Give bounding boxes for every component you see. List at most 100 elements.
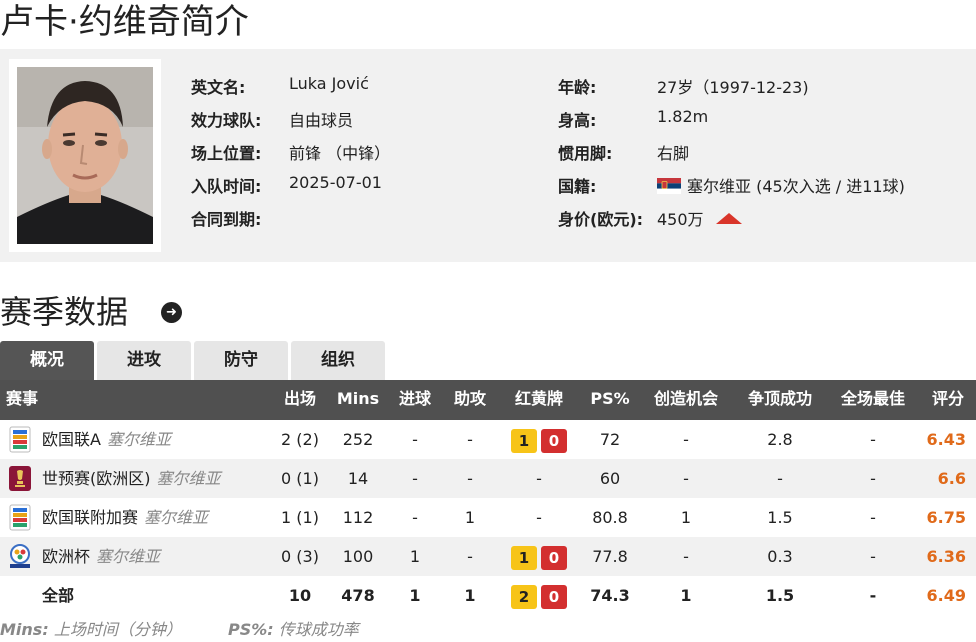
table-row[interactable]: 世预赛(欧洲区) 塞尔维亚 0 (1) 14 - - - 60 - - - 6.6: [0, 459, 976, 498]
total-motm: -: [869, 586, 877, 605]
footnote-mins: Mins: 上场时间（分钟）: [0, 620, 182, 639]
foot-label: 惯用脚:: [558, 144, 613, 163]
assists-cell: -: [467, 547, 473, 566]
nationality-value[interactable]: 塞尔维亚 (45次入选 / 进11球): [687, 177, 905, 196]
table-row[interactable]: 欧国联附加赛 塞尔维亚 1 (1) 112 - 1 - 80.8 1 1.5 - …: [0, 498, 976, 537]
tab-passing[interactable]: 组织: [291, 341, 385, 380]
market-value-row: 450万: [657, 206, 742, 230]
join-date-value: 2025-07-01: [289, 173, 382, 192]
page-title: 卢卡·约维奇简介: [0, 2, 249, 42]
mins-cell: 100: [342, 547, 374, 566]
arrow-right-circle-icon[interactable]: ➜: [161, 302, 182, 323]
aerials-cell: 0.3: [767, 547, 793, 566]
header-rating[interactable]: 评分: [926, 380, 970, 420]
cards-cell: 10: [500, 537, 578, 576]
player-profile-panel: 英文名: Luka Jović 效力球队: 自由球员 场上位置: 前锋 （中锋）…: [0, 49, 976, 262]
join-date-label: 入队时间:: [191, 177, 262, 196]
goals-cell: -: [412, 469, 418, 488]
english-name-value: Luka Jović: [289, 74, 369, 93]
position-label: 场上位置:: [191, 144, 262, 163]
total-apps: 10: [288, 586, 312, 605]
table-row[interactable]: 欧国联A 塞尔维亚 2 (2) 252 - - 10 72 - 2.8 - 6.4…: [0, 420, 976, 459]
footnote-ps: PS%: 传球成功率: [228, 620, 359, 639]
header-competition: 赛事: [6, 389, 39, 408]
height-label: 身高:: [558, 111, 597, 130]
chances-cell: -: [683, 430, 689, 449]
assists-cell: -: [467, 469, 473, 488]
header-cards[interactable]: 红黄牌: [506, 380, 572, 420]
header-aerials[interactable]: 争顶成功: [739, 380, 821, 420]
total-aerials: 1.5: [765, 586, 795, 605]
header-mins[interactable]: Mins: [332, 380, 384, 420]
aerials-cell: 1.5: [767, 508, 793, 527]
mins-cell: 112: [342, 508, 374, 527]
team-value: 自由球员: [289, 111, 354, 130]
mins-cell: 252: [342, 430, 374, 449]
tab-attack[interactable]: 进攻: [97, 341, 191, 380]
mins-cell: 14: [347, 469, 369, 488]
motm-cell: -: [870, 547, 876, 566]
age-label: 年龄:: [558, 78, 597, 97]
chances-cell: 1: [680, 508, 692, 527]
pass-pct-cell: 72: [599, 430, 621, 449]
world-cup-qualifier-icon: [9, 466, 31, 491]
red-card-count: 0: [541, 584, 567, 609]
header-motm[interactable]: 全场最佳: [832, 380, 914, 420]
tab-overview[interactable]: 概况: [0, 341, 94, 380]
assists-cell: 1: [464, 508, 476, 527]
chances-cell: -: [683, 547, 689, 566]
cards-cell: -: [536, 508, 542, 527]
header-chances[interactable]: 创造机会: [646, 380, 726, 420]
rating-cell: 6.75: [926, 508, 966, 527]
yellow-card-count: 1: [511, 428, 537, 453]
serbia-flag-icon: [657, 178, 681, 194]
rating-cell: 6.36: [926, 547, 966, 566]
assists-cell: -: [467, 430, 473, 449]
pass-pct-cell: 77.8: [592, 547, 628, 566]
goals-cell: 1: [409, 547, 421, 566]
competition-cell[interactable]: 欧国联A 塞尔维亚: [42, 420, 171, 459]
triangle-up-icon: [715, 213, 742, 224]
total-chances: 1: [680, 586, 692, 605]
position-value: 前锋 （中锋）: [289, 144, 391, 163]
motm-cell: -: [870, 508, 876, 527]
stats-table-header: 赛事 出场 Mins 进球 助攻 红黄牌 PS% 创造机会 争顶成功 全场最佳 …: [0, 380, 976, 420]
header-pass-pct[interactable]: PS%: [585, 380, 635, 420]
header-apps[interactable]: 出场: [276, 380, 324, 420]
cards-cell: -: [536, 469, 542, 488]
player-photo: [9, 59, 161, 252]
english-name-label: 英文名:: [191, 78, 246, 97]
yellow-card-count: 1: [511, 545, 537, 570]
total-goals: 1: [409, 586, 421, 605]
competition-cell[interactable]: 世预赛(欧洲区) 塞尔维亚: [42, 459, 221, 498]
nationality-row: 塞尔维亚 (45次入选 / 进11球): [657, 173, 905, 197]
rating-cell: 6.6: [937, 469, 966, 488]
foot-value: 右脚: [657, 144, 690, 163]
total-label: 全部: [42, 586, 75, 605]
apps-cell: 0 (1): [281, 469, 319, 488]
height-value: 1.82m: [657, 107, 709, 126]
table-row[interactable]: 欧洲杯 塞尔维亚 0 (3) 100 1 - 10 77.8 - 0.3 - 6.…: [0, 537, 976, 576]
nations-league-icon: [9, 504, 31, 531]
goals-cell: -: [412, 508, 418, 527]
rating-cell: 6.43: [926, 430, 966, 449]
header-goals[interactable]: 进球: [393, 380, 437, 420]
red-card-count: 0: [541, 428, 567, 453]
yellow-card-count: 2: [511, 584, 537, 609]
pass-pct-cell: 60: [599, 469, 621, 488]
aerials-cell: -: [777, 469, 783, 488]
cards-cell: 10: [500, 420, 578, 459]
header-assists[interactable]: 助攻: [448, 380, 492, 420]
competition-cell[interactable]: 欧国联附加赛 塞尔维亚: [42, 498, 208, 537]
total-mins: 478: [341, 586, 375, 605]
aerials-cell: 2.8: [767, 430, 793, 449]
contract-expiry-label: 合同到期:: [191, 210, 262, 229]
market-value-label: 身价(欧元):: [558, 210, 644, 229]
tab-defense[interactable]: 防守: [194, 341, 288, 380]
apps-cell: 0 (3): [281, 547, 319, 566]
competition-cell[interactable]: 欧洲杯 塞尔维亚: [42, 537, 160, 576]
motm-cell: -: [870, 430, 876, 449]
motm-cell: -: [870, 469, 876, 488]
euro-cup-icon: [10, 544, 30, 568]
goals-cell: -: [412, 430, 418, 449]
